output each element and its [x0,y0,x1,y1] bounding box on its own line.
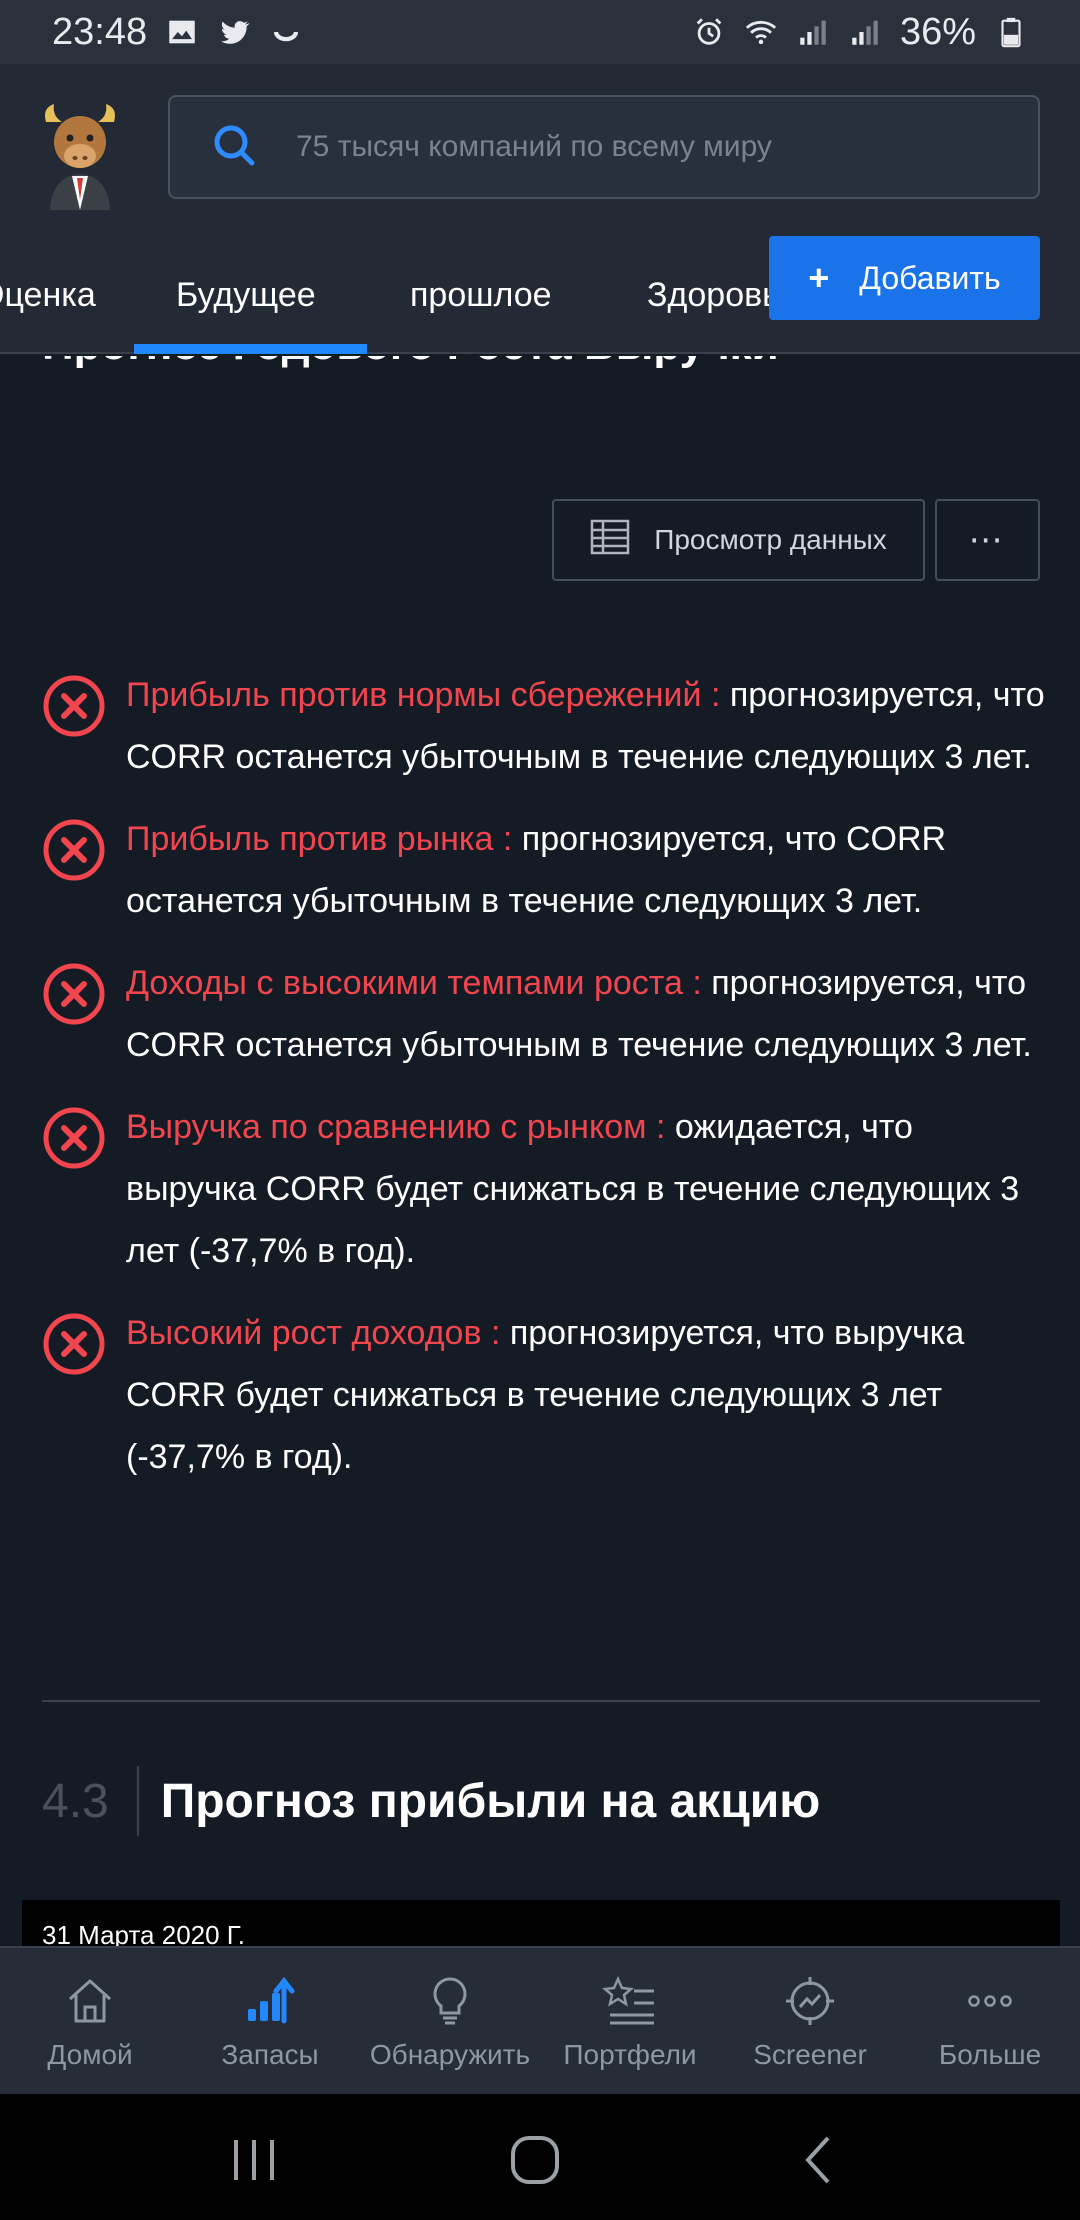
gallery-icon [165,15,199,49]
section-divider [42,1700,1040,1702]
battery-icon [994,15,1028,49]
nav-home[interactable]: Домой [0,1948,180,2096]
status-time: 23:48 [52,10,148,53]
check-title: Прибыль против рынка : [126,820,513,858]
stocks-icon [248,1976,295,2024]
add-button[interactable]: + Добавить [769,236,1040,320]
table-icon [590,519,630,562]
nav-discover[interactable]: Обнаружить [360,1948,540,2096]
search-box[interactable] [168,95,1040,199]
nav-stocks[interactable]: Запасы [180,1948,360,2096]
status-right: 36% [692,11,1028,54]
check-title: Доходы с высокими темпами роста : [126,964,702,1002]
check-item-high-growth-earnings: Доходы с высокими темпами роста : прогно… [0,952,1080,1076]
search-input[interactable] [296,130,1016,164]
status-bar: 23:48 36% [0,0,1080,64]
fail-x-icon [42,1312,106,1376]
section-number: 4.3 [42,1774,109,1828]
home-circle-icon [511,2136,559,2184]
wifi-icon [744,15,778,49]
section-heading-revenue-growth: Прогноз Годового Роста Выручки [42,356,779,370]
back-chevron-icon [805,2136,830,2184]
chart-date-label: 31 Марта 2020 Г. [42,1920,245,1946]
check-title: Высокий рост доходов : [126,1314,501,1352]
fail-x-icon [42,1106,106,1170]
nav-more-label: Больше [938,2039,1042,2070]
screener-icon [786,1977,834,2025]
bull-mascot-avatar[interactable] [40,100,120,210]
fail-x-icon [42,818,106,882]
back-button[interactable] [790,2132,850,2188]
signal-icon [796,15,830,49]
eps-chart-panel: 31 Марта 2020 Г. [22,1900,1060,1946]
check-title: Выручка по сравнению с рынком : [126,1108,666,1146]
alarm-icon [692,15,726,49]
add-button-label: Добавить [859,259,1001,296]
active-tab-indicator [134,344,367,354]
section-separator [136,1766,139,1836]
check-item-earnings-vs-market: Прибыль против рынка : прогнозируется, ч… [0,808,1080,932]
section-title: Прогноз прибыли на акцию [160,1774,821,1828]
more-icon [968,1995,1012,2007]
check-item-high-growth-revenue: Высокий рост доходов : прогнозируется, ч… [0,1302,1080,1488]
tab-future[interactable]: Будущее [176,236,316,354]
section-header-eps: 4.3 Прогноз прибыли на акцию [42,1764,820,1838]
nav-screener[interactable]: Screener [720,1948,900,2096]
tab-valuation-label: Оценка [0,275,96,314]
check-title: Прибыль против нормы сбережений : [126,676,721,714]
twitter-icon [217,15,251,49]
tab-past[interactable]: прошлое [410,236,552,354]
checks-list: Прибыль против нормы сбережений : прогно… [0,664,1080,1508]
bottom-nav: Домой Запасы Обнаружить Портфели Screene… [0,1946,1080,2094]
check-item-earnings-vs-savings: Прибыль против нормы сбережений : прогно… [0,664,1080,788]
battery-percent: 36% [899,10,976,53]
search-icon [206,117,266,177]
recent-apps-button[interactable] [224,2132,284,2188]
fail-x-icon [42,674,106,738]
tab-valuation[interactable]: Оценка [0,236,96,354]
view-data-button[interactable]: Просмотр данных [552,499,925,581]
nav-discover-label: Обнаружить [369,2039,531,2070]
tab-past-label: прошлое [410,275,552,314]
tab-future-label: Будущее [176,275,316,314]
moon-icon [269,15,303,49]
more-options-button[interactable]: ⋯ [935,499,1040,581]
app-header: Оценка Будущее прошлое Здоровье + Добави… [0,64,1080,354]
nav-screener-label: Screener [753,2039,867,2070]
status-left: 23:48 [52,11,303,54]
home-button[interactable] [505,2132,565,2188]
recent-apps-icon [234,2140,274,2180]
nav-stocks-label: Запасы [221,2039,319,2070]
more-options-icon: ⋯ [968,521,1007,559]
signal-icon [848,15,882,49]
lightbulb-icon [433,1977,467,2025]
nav-portfolios-label: Портфели [563,2039,697,2070]
nav-portfolios[interactable]: Портфели [540,1948,720,2096]
home-icon [68,1979,112,2023]
nav-home-label: Домой [47,2039,133,2070]
portfolio-icon [602,1975,654,2025]
nav-more[interactable]: Больше [900,1948,1080,2096]
check-item-revenue-vs-market: Выручка по сравнению с рынком : ожидаетс… [0,1096,1080,1282]
main-content: Прогноз Годового Роста Выручки Просмотр … [0,356,1080,1946]
fail-x-icon [42,962,106,1026]
plus-icon: + [808,257,830,298]
android-nav-bar [0,2094,1080,2220]
view-data-label: Просмотр данных [654,524,887,555]
